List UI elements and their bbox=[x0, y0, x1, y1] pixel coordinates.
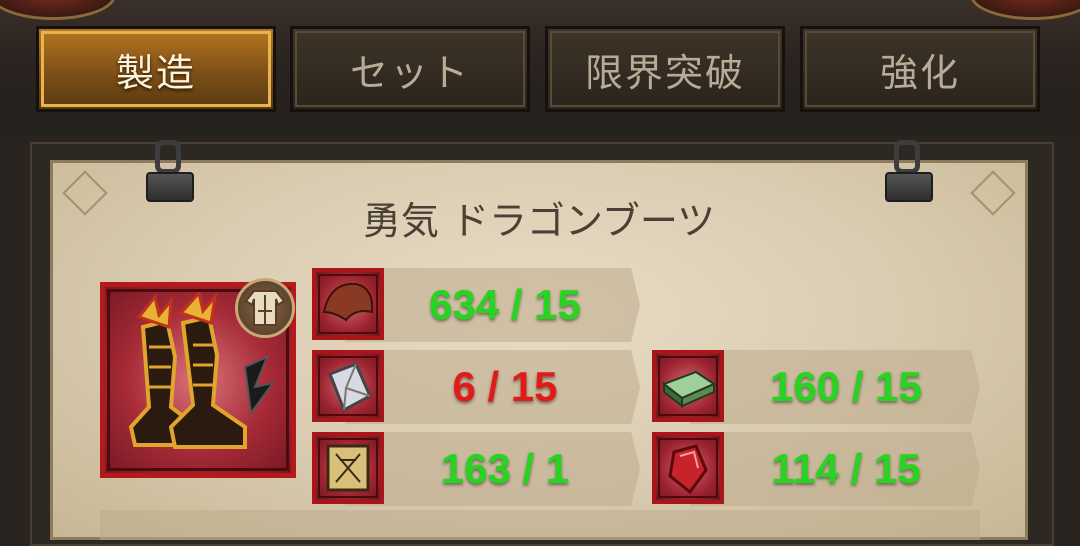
tab-set[interactable]: セット bbox=[290, 26, 530, 112]
bottom-row bbox=[100, 510, 980, 540]
left-ornament bbox=[0, 0, 116, 20]
armor-class-icon bbox=[235, 278, 295, 338]
green-ingot-icon[interactable] bbox=[652, 350, 724, 422]
material-count: 163 / 1 bbox=[440, 445, 570, 492]
material-count: 160 / 15 bbox=[770, 363, 922, 410]
right-ornament bbox=[970, 0, 1080, 20]
blueprint-scroll-icon[interactable] bbox=[312, 432, 384, 504]
tab-limit-break[interactable]: 限界突破 bbox=[545, 26, 785, 112]
item-name: 勇気 ドラゴンブーツ bbox=[362, 199, 716, 243]
material-count: 6 / 15 bbox=[452, 363, 558, 410]
crystal-shard-icon[interactable] bbox=[312, 350, 384, 422]
tab-craft[interactable]: 製造 bbox=[36, 26, 276, 112]
material-count: 634 / 15 bbox=[429, 281, 581, 328]
material-count: 114 / 15 bbox=[771, 445, 921, 492]
tab-enhance[interactable]: 強化 bbox=[800, 26, 1040, 112]
red-gem-icon[interactable] bbox=[652, 432, 724, 504]
leather-hide-icon[interactable] bbox=[312, 268, 384, 340]
